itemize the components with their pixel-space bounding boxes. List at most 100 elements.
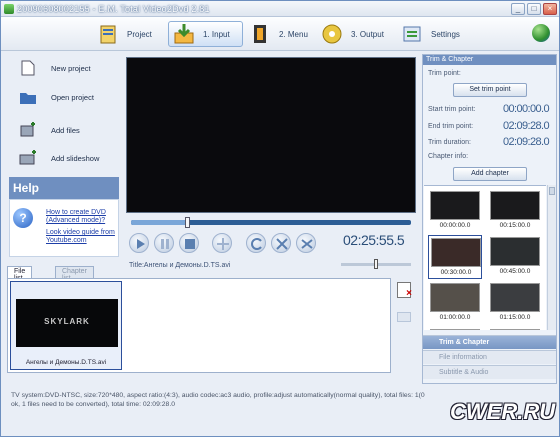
volume-slider[interactable] — [341, 259, 411, 269]
disc-icon — [321, 23, 343, 45]
edit-file-icon[interactable] — [397, 312, 411, 322]
watermark-logo: CWER.RU — [450, 399, 556, 424]
tab-file-list[interactable]: File list — [7, 266, 33, 282]
project-icon — [97, 23, 119, 45]
toolbar: Project 1. Input 2. Menu 3. Output Setti… — [1, 17, 559, 51]
chapter-thumbnail — [490, 191, 540, 220]
chapter-item[interactable]: 00:30:00.0 — [428, 235, 482, 279]
add-files-label: Add files — [51, 126, 80, 135]
file-list-actions: × — [397, 282, 415, 322]
add-slideshow-button[interactable]: Add slideshow — [7, 147, 119, 169]
add-files-button[interactable]: Add files — [7, 119, 119, 141]
trim-duration-label: Trim duration: — [428, 139, 471, 146]
tab-output[interactable]: 3. Output — [321, 21, 384, 47]
tab-project[interactable]: Project — [97, 21, 152, 47]
help-panel: ? How to create DVD (Advanced mode)? Loo… — [9, 199, 119, 257]
stop-button[interactable] — [179, 233, 199, 253]
chapter-item[interactable]: 01:15:00.0 — [488, 281, 542, 325]
chapter-time: 01:15:00.0 — [499, 314, 531, 321]
start-trim-label: Start trim point: — [428, 106, 476, 113]
tab-output-label: 3. Output — [351, 29, 384, 39]
chapter-thumbnail — [430, 329, 480, 330]
app-icon — [4, 4, 14, 14]
chapter-thumbnail — [431, 238, 481, 267]
set-trim-point-button[interactable]: Set trim point — [453, 83, 527, 97]
add-slideshow-label: Add slideshow — [51, 154, 100, 163]
end-trim-value: 02:09:28.0 — [503, 120, 550, 132]
trim-point-label: Trim point: — [428, 70, 461, 77]
add-marker-button[interactable] — [212, 233, 232, 253]
chapter-thumbnails: 00:00:00.0 00:15:00.0 00:30:00.0 00:45:0… — [424, 185, 546, 330]
chapter-time: 00:00:00.0 — [439, 222, 471, 229]
minimize-button[interactable]: _ — [511, 3, 525, 15]
section-trim-chapter[interactable]: Trim & Chapter — [423, 335, 556, 349]
close-button[interactable]: × — [543, 3, 557, 15]
file-item-label: Ангелы и Демоны.D.TS.avi — [25, 359, 107, 366]
input-icon — [173, 23, 195, 45]
seek-handle[interactable] — [185, 217, 190, 228]
help-link-advanced[interactable]: How to create DVD (Advanced mode)? — [46, 209, 116, 225]
chapter-item[interactable]: 01:00:00.0 — [428, 281, 482, 325]
chapter-thumbnail — [430, 283, 480, 312]
tab-project-label: Project — [127, 29, 152, 39]
file-item[interactable]: SKYLARK Ангелы и Демоны.D.TS.avi — [10, 281, 122, 370]
trim-chapter-panel: Trim & Chapter Trim point: Set trim poin… — [422, 54, 557, 384]
chapter-time: 01:00:00.0 — [439, 314, 471, 321]
chapter-thumbnail — [490, 329, 540, 330]
chapter-info-label: Chapter info: — [428, 153, 469, 160]
chapter-item[interactable] — [488, 327, 542, 330]
chapter-thumbnail — [490, 237, 540, 266]
chapter-time: 00:30:00.0 — [440, 269, 472, 276]
remove-file-icon[interactable]: × — [397, 282, 412, 299]
scroll-up-icon[interactable] — [549, 187, 555, 195]
split-button[interactable] — [296, 233, 316, 253]
cut-button[interactable] — [271, 233, 291, 253]
end-trim-label: End trim point: — [428, 123, 474, 130]
chapter-thumbnail — [430, 191, 480, 220]
timecode-display: 02:25:55.5 — [343, 232, 405, 248]
trim-duration-value: 02:09:28.0 — [503, 136, 550, 148]
chapter-scrollbar[interactable] — [547, 185, 556, 330]
title-bar: 20090608002155 - E.M. Total Video2Dvd 2.… — [1, 1, 559, 17]
open-project-label: Open project — [51, 93, 94, 102]
add-chapter-button[interactable]: Add chapter — [453, 167, 527, 181]
chapter-time: 00:45:00.0 — [499, 268, 531, 275]
open-project-button[interactable]: Open project — [7, 86, 119, 108]
seek-bar-fill — [131, 220, 187, 225]
chapter-thumbnail — [490, 283, 540, 312]
help-header: Help — [9, 177, 119, 199]
file-thumbnail: SKYLARK — [16, 299, 118, 347]
chapter-item[interactable]: 00:45:00.0 — [488, 235, 542, 279]
seek-bar[interactable] — [131, 217, 411, 228]
folder-icon — [19, 89, 37, 105]
tab-menu[interactable]: 2. Menu — [249, 21, 308, 47]
chapter-item[interactable]: 00:15:00.0 — [488, 189, 542, 233]
chapter-item[interactable]: 00:00:00.0 — [428, 189, 482, 233]
tab-menu-label: 2. Menu — [279, 29, 308, 39]
current-file-title: Title:Ангелы и Демоны.D.TS.avi — [129, 262, 231, 269]
help-icon: ? — [13, 208, 33, 228]
chapter-item[interactable] — [428, 327, 482, 330]
tab-chapter-list[interactable]: Chapter list — [55, 266, 94, 282]
chapter-time: 00:15:00.0 — [499, 222, 531, 229]
rotate-button[interactable] — [246, 233, 266, 253]
start-trim-value: 00:00:00.0 — [503, 103, 550, 115]
add-files-icon — [19, 122, 37, 138]
tab-input[interactable]: 1. Input — [168, 21, 243, 47]
tab-input-label: 1. Input — [203, 29, 230, 39]
tab-settings[interactable]: Settings — [401, 21, 460, 47]
volume-handle[interactable] — [374, 259, 378, 269]
maximize-button[interactable]: □ — [527, 3, 541, 15]
tab-settings-label: Settings — [431, 29, 460, 39]
globe-icon[interactable] — [532, 24, 550, 42]
section-subtitle-audio[interactable]: Subtitle & Audio — [423, 365, 556, 379]
new-project-button[interactable]: New project — [7, 57, 119, 79]
pause-button[interactable] — [154, 233, 174, 253]
help-link-youtube[interactable]: Look video guide from Youtube.com — [46, 229, 116, 245]
new-project-label: New project — [51, 64, 91, 73]
window-title: 20090608002155 - E.M. Total Video2Dvd 2.… — [17, 4, 210, 14]
section-file-information[interactable]: File information — [423, 350, 556, 364]
video-preview[interactable] — [126, 57, 416, 213]
slideshow-icon — [19, 150, 37, 166]
play-button[interactable] — [129, 233, 149, 253]
